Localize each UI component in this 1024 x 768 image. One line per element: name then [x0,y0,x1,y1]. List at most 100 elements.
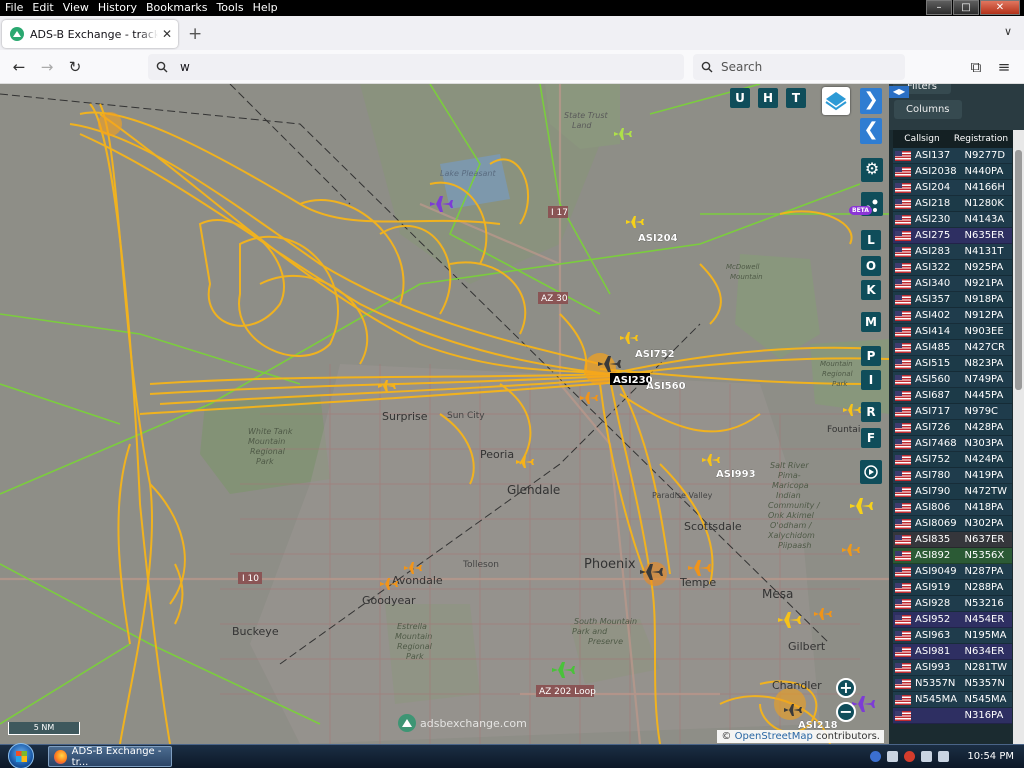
table-row[interactable]: ASI835 N637ER [893,532,1012,548]
settings-gear-icon[interactable]: ⚙ [861,158,883,182]
table-row[interactable]: ASI752 N424PA [893,452,1012,468]
table-row[interactable]: ASI806 N418PA [893,500,1012,516]
menu-edit[interactable]: Edit [27,0,57,16]
us-flag-icon [895,534,911,545]
toggle-r-button[interactable]: R [861,402,881,422]
table-row[interactable]: ASI7468 N303PA [893,436,1012,452]
table-row[interactable]: ASI137 N9277D [893,148,1012,164]
table-row[interactable]: ASI726 N428PA [893,420,1012,436]
table-row[interactable]: N5357N N5357N [893,676,1012,692]
toggle-f-button[interactable]: F [861,428,881,448]
zoom-in-button[interactable]: + [836,678,856,698]
back-button[interactable]: ← [8,56,30,78]
table-row[interactable]: ASI402 N912PA [893,308,1012,324]
toggle-u-button[interactable]: U [730,88,750,108]
table-row[interactable]: ASI283 N4131T [893,244,1012,260]
table-row[interactable]: ASI322 N925PA [893,260,1012,276]
column-header-registration[interactable]: Registration [951,134,1011,144]
menu-view[interactable]: View [58,0,93,16]
table-row[interactable]: ASI687 N445PA [893,388,1012,404]
table-row[interactable]: ASI981 N634ER [893,644,1012,660]
menu-bookmarks[interactable]: Bookmarks [141,0,211,16]
table-row[interactable]: ASI892 N5356X [893,548,1012,564]
table-row[interactable]: ASI993 N281TW [893,660,1012,676]
map-layers-button[interactable] [822,87,850,115]
start-button[interactable] [8,743,34,768]
registration-cell: N302PA [964,518,1004,529]
aircraft-label-asi560[interactable]: ASI560 [646,381,686,392]
close-window-button[interactable]: ✕ [980,0,1020,15]
toggle-i-button[interactable]: I [861,370,881,390]
taskbar-firefox-item[interactable]: ADS-B Exchange - tr... [48,746,172,768]
minimize-button[interactable]: – [926,0,952,15]
table-row[interactable]: N316PA [893,708,1012,724]
prev-panel-arrow[interactable]: ❮ [860,118,882,144]
table-row[interactable]: ASI204 N4166H [893,180,1012,196]
url-bar[interactable]: w [148,54,684,80]
volume-icon[interactable] [921,751,933,762]
aircraft-label-asi993[interactable]: ASI993 [716,469,756,480]
map-label-mcdowell-2: Mountain [730,273,763,281]
toggle-k-button[interactable]: K [861,280,881,300]
zoom-out-button[interactable]: − [836,702,856,722]
aircraft-label-asi204[interactable]: ASI204 [638,233,678,244]
map-label-estrella-4: Park [406,652,424,661]
next-panel-arrow[interactable]: ❯ [860,88,882,114]
menu-help[interactable]: Help [248,0,282,16]
maximize-button[interactable]: □ [953,0,979,15]
table-row[interactable]: ASI790 N472TW [893,484,1012,500]
table-row[interactable]: ASI275 N635ER [893,228,1012,244]
toggle-h-button[interactable]: H [758,88,778,108]
forward-button[interactable]: → [36,56,58,78]
map-view[interactable]: State Trust Land Lake Pleasant Surprise … [0,84,889,744]
table-row[interactable]: ASI928 N53216 [893,596,1012,612]
table-row[interactable]: ASI963 N195MA [893,628,1012,644]
table-row[interactable]: ASI780 N419PA [893,468,1012,484]
toggle-m-button[interactable]: M [861,312,881,332]
panel-resize-icon[interactable]: ◀▶ [889,86,909,98]
network-icon[interactable] [887,751,899,762]
extensions-icon[interactable]: ⧉ [965,56,987,78]
table-row[interactable]: ASI2038 N440PA [893,164,1012,180]
table-row[interactable]: ASI717 N979C [893,404,1012,420]
toggle-p-button[interactable]: P [861,346,881,366]
toggle-o-button[interactable]: O [861,256,881,276]
table-row[interactable]: ASI218 N1280K [893,196,1012,212]
panel-scrollbar[interactable] [1013,130,1024,744]
menu-history[interactable]: History [93,0,141,16]
table-row[interactable]: ASI9049 N287PA [893,564,1012,580]
tab-adsb-exchange[interactable]: ADS-B Exchange - track aircraft ✕ [2,20,178,48]
new-tab-button[interactable]: + [188,24,202,44]
toggle-t-button[interactable]: T [786,88,806,108]
list-all-tabs-button[interactable]: ∨ [1004,25,1012,38]
toggle-l-button[interactable]: L [861,230,881,250]
openstreetmap-link[interactable]: OpenStreetMap [735,731,813,742]
menu-tools[interactable]: Tools [211,0,247,16]
columns-button[interactable]: Columns [894,100,962,119]
scrollbar-thumb[interactable] [1015,150,1022,390]
table-row[interactable]: ASI952 N454ER [893,612,1012,628]
search-bar[interactable]: Search [693,54,905,80]
column-header-callsign[interactable]: Callsign [893,134,951,144]
registration-cell: N979C [964,406,999,417]
taskbar-clock[interactable]: 10:54 PM [967,751,1014,762]
replay-icon[interactable] [860,460,882,484]
table-row[interactable]: ASI414 N903EE [893,324,1012,340]
power-icon[interactable] [938,751,950,762]
table-row[interactable]: N545MA N545MA [893,692,1012,708]
tab-close-icon[interactable]: ✕ [162,27,172,41]
table-row[interactable]: ASI230 N4143A [893,212,1012,228]
reload-button[interactable]: ↻ [64,56,86,78]
menu-file[interactable]: File [0,0,27,16]
table-row[interactable]: ASI485 N427CR [893,340,1012,356]
action-center-icon[interactable] [904,751,916,762]
table-row[interactable]: ASI340 N921PA [893,276,1012,292]
aircraft-label-asi752[interactable]: ASI752 [635,349,675,360]
table-row[interactable]: ASI560 N749PA [893,372,1012,388]
app-menu-icon[interactable]: ≡ [993,56,1015,78]
table-row[interactable]: ASI919 N288PA [893,580,1012,596]
table-row[interactable]: ASI515 N823PA [893,356,1012,372]
table-row[interactable]: ASI357 N918PA [893,292,1012,308]
bluetooth-icon[interactable] [870,751,882,762]
table-row[interactable]: ASI8069 N302PA [893,516,1012,532]
